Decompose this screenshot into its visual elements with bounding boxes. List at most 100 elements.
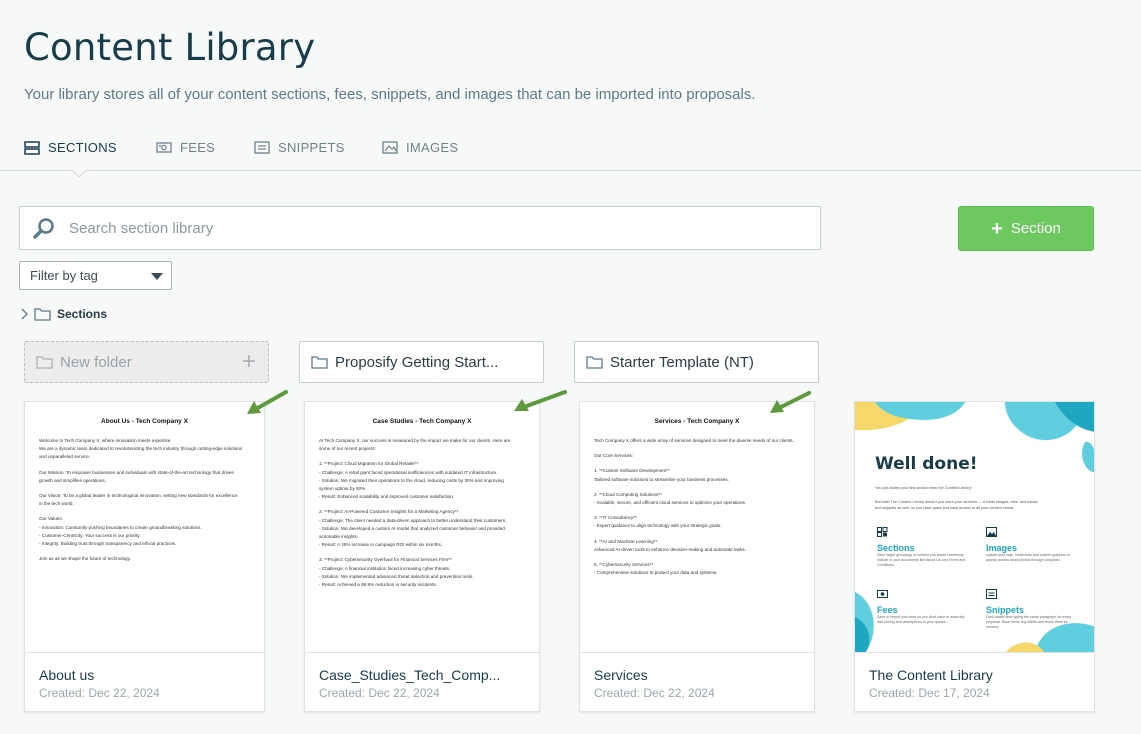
doc-line: actionable insights. bbox=[319, 534, 359, 540]
section-preview: About Us - Tech Company X Welcome to Tec… bbox=[25, 402, 264, 653]
plus-icon: + bbox=[241, 348, 256, 375]
doc-line: - Result: A 25% increase in campaign ROI… bbox=[319, 542, 443, 548]
folder-icon bbox=[586, 356, 603, 369]
doc-line bbox=[594, 484, 800, 491]
doc-line: 1. **Project: Cloud Migration for Global… bbox=[319, 461, 419, 467]
filter-by-tag-select[interactable]: Filter by tag bbox=[19, 261, 172, 290]
search-icon bbox=[33, 217, 55, 239]
preview-intro: text snippets as well, so you have quick… bbox=[875, 506, 1015, 510]
doc-line bbox=[594, 460, 800, 467]
card-created-date: Created: Dec 17, 2024 bbox=[869, 686, 990, 700]
tab-fees[interactable]: FEES bbox=[156, 140, 215, 155]
preview-feature-sections: Sections Save larger groupings of conten… bbox=[877, 524, 967, 568]
new-folder-label: New folder bbox=[60, 353, 132, 371]
images-icon bbox=[382, 141, 398, 154]
section-preview: Well done! You just added your first sec… bbox=[855, 402, 1094, 653]
new-folder-button[interactable]: New folder + bbox=[24, 341, 269, 383]
section-card-case-studies[interactable]: Case Studies - Tech Company X At Tech Co… bbox=[304, 401, 540, 712]
tab-images-label: IMAGES bbox=[406, 140, 459, 155]
doc-line: - Result: Achieved a 99.9% reduction in … bbox=[319, 582, 437, 588]
preview-feature-fees: Fees Save or import your fees so you don… bbox=[877, 586, 967, 625]
doc-line: Our Core Services: bbox=[594, 453, 634, 459]
doc-line bbox=[594, 531, 800, 538]
fees-icon bbox=[877, 590, 888, 598]
tab-snippets-label: SNIPPETS bbox=[278, 140, 345, 155]
folder-label: Proposify Getting Start... bbox=[335, 353, 499, 371]
tab-sections-label: SECTIONS bbox=[48, 140, 117, 155]
doc-line: 4. **AI and Machine Learning** bbox=[594, 538, 658, 544]
doc-line: - Expert guidance to align technology wi… bbox=[594, 523, 722, 529]
card-name: The Content Library bbox=[869, 667, 993, 683]
feature-label: Fees bbox=[877, 605, 898, 615]
add-section-button[interactable]: + Section bbox=[958, 206, 1094, 251]
doc-line bbox=[39, 462, 250, 469]
tab-bar: SECTIONS FEES SNIPPETS IMAGES bbox=[0, 131, 1141, 171]
doc-line: 3. **Project: Cybersecurity Overhaul for… bbox=[319, 557, 452, 563]
preview-headline: Well done! bbox=[875, 454, 978, 474]
doc-line: in the tech world. bbox=[39, 501, 74, 507]
doc-body: At Tech Company X, our success is measur… bbox=[319, 437, 525, 589]
card-name: Case_Studies_Tech_Comp... bbox=[319, 667, 501, 683]
doc-line: - Challenge: A retail giant faced operat… bbox=[319, 469, 498, 475]
doc-line: Advanced AI-driven tools to enhance deci… bbox=[594, 546, 746, 552]
doc-line: Tailored software solutions to streamlin… bbox=[594, 476, 729, 482]
folder-starter-template[interactable]: Starter Template (NT) bbox=[574, 341, 819, 383]
doc-line: We are a dynamic team dedicated to revol… bbox=[39, 446, 243, 452]
filter-label: Filter by tag bbox=[30, 268, 98, 283]
card-created-date: Created: Dec 22, 2024 bbox=[39, 686, 160, 700]
preview-intro: You just added your first section from t… bbox=[875, 486, 972, 490]
chevron-right-icon bbox=[21, 308, 28, 320]
add-section-button-label: Section bbox=[1010, 220, 1061, 237]
tab-snippets[interactable]: SNIPPETS bbox=[254, 140, 345, 155]
section-card-content-library[interactable]: Well done! You just added your first sec… bbox=[854, 401, 1095, 712]
doc-line: 1. **Custom Software Development** bbox=[594, 468, 670, 474]
doc-line: Tech Company X offers a wide array of se… bbox=[594, 438, 794, 443]
doc-line bbox=[319, 501, 525, 508]
doc-line bbox=[319, 453, 525, 460]
doc-line: - Integrity: Building trust through tran… bbox=[39, 541, 177, 547]
section-card-about-us[interactable]: About Us - Tech Company X Welcome to Tec… bbox=[24, 401, 265, 712]
doc-line: - Challenge: A financial institution fac… bbox=[319, 565, 451, 571]
images-icon bbox=[986, 527, 997, 537]
card-created-date: Created: Dec 22, 2024 bbox=[319, 686, 440, 700]
doc-line: growth and simplifies operations. bbox=[39, 477, 106, 483]
section-card-services[interactable]: Services - Tech Company X Tech Company X… bbox=[579, 401, 815, 712]
feature-desc: Save or import your fees so you don't ha… bbox=[877, 615, 965, 624]
tab-sections[interactable]: SECTIONS bbox=[24, 140, 117, 155]
card-created-date: Created: Dec 22, 2024 bbox=[594, 686, 715, 700]
doc-title: Case Studies - Tech Company X bbox=[372, 418, 472, 425]
card-name: Services bbox=[594, 667, 648, 683]
content-library-page: Content Library Your library stores all … bbox=[0, 0, 1141, 734]
sections-tree-root[interactable]: Sections bbox=[20, 307, 107, 321]
fees-icon bbox=[156, 141, 172, 153]
folder-proposify-getting-started[interactable]: Proposify Getting Start... bbox=[299, 341, 544, 383]
tab-images[interactable]: IMAGES bbox=[382, 140, 458, 155]
snippets-icon bbox=[986, 589, 997, 599]
caret-down-icon bbox=[151, 273, 163, 280]
doc-line: - Solution: We implemented advanced thre… bbox=[319, 573, 474, 579]
doc-line bbox=[319, 549, 525, 556]
section-preview: Case Studies - Tech Company X At Tech Co… bbox=[305, 402, 539, 653]
doc-line: system uptime by 50%. bbox=[319, 486, 367, 492]
doc-line bbox=[39, 508, 250, 515]
preview-intro: But wait! The Content Library doesn't ju… bbox=[875, 500, 1038, 504]
doc-line bbox=[594, 445, 800, 452]
doc-title: About Us - Tech Company X bbox=[101, 418, 188, 425]
doc-line: Welcome to Tech Company X, where innovat… bbox=[39, 438, 172, 443]
preview-feature-snippets: Snippets Don't waste time typing the sam… bbox=[986, 586, 1076, 630]
doc-line: Our Values: bbox=[39, 516, 63, 522]
doc-body: Welcome to Tech Company X, where innovat… bbox=[39, 437, 250, 563]
doc-line: - Solution: We migrated their operations… bbox=[319, 477, 504, 483]
doc-line bbox=[594, 554, 800, 561]
feature-desc: Save larger groupings of content you wou… bbox=[877, 553, 966, 567]
doc-line: 3. **IT Consultancy** bbox=[594, 515, 637, 521]
feature-desc: Don't waste time typing the same paragra… bbox=[986, 615, 1072, 629]
doc-line: 5. **Cybersecurity Services** bbox=[594, 562, 654, 568]
doc-line: some of our recent projects: bbox=[319, 446, 376, 452]
annotation-arrow-icon bbox=[514, 390, 567, 411]
search-input[interactable] bbox=[69, 219, 769, 237]
doc-line: - Innovation: Constantly pushing boundar… bbox=[39, 524, 202, 530]
doc-title: Services - Tech Company X bbox=[654, 418, 740, 425]
folder-icon bbox=[34, 308, 51, 321]
search-box[interactable] bbox=[19, 206, 821, 250]
